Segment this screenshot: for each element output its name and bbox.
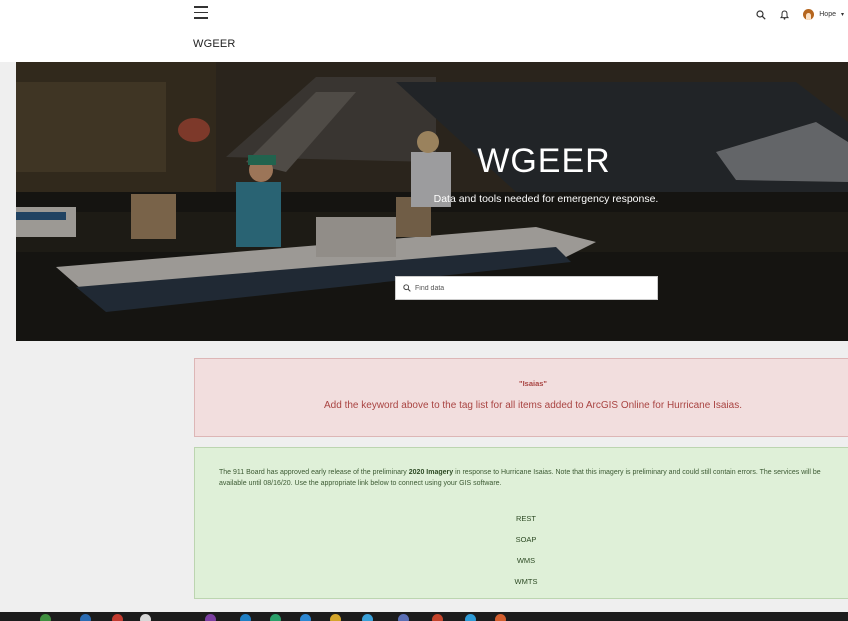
imagery-notice-text: The 911 Board has approved early release… (219, 467, 848, 489)
header-actions: Hope ▾ (756, 9, 844, 20)
taskbar-app-icon[interactable] (465, 614, 476, 621)
taskbar-app-icon[interactable] (205, 614, 216, 621)
taskbar-app-icon[interactable] (112, 614, 123, 621)
taskbar-app-icon[interactable] (330, 614, 341, 621)
taskbar-app-icon[interactable] (432, 614, 443, 621)
search-icon (403, 284, 411, 292)
search-icon[interactable] (756, 9, 766, 20)
keyword-message: Add the keyword above to the tag list fo… (324, 400, 742, 411)
service-links: REST SOAP WMS WMTS (195, 508, 848, 592)
rest-link[interactable]: REST (197, 508, 848, 529)
os-taskbar (0, 612, 848, 621)
site-title[interactable]: WGEER (193, 38, 236, 50)
hamburger-menu-icon[interactable] (194, 6, 208, 19)
hero-subtitle: Data and tools needed for emergency resp… (433, 193, 659, 205)
taskbar-app-icon[interactable] (495, 614, 506, 621)
taskbar-app-icon[interactable] (40, 614, 51, 621)
taskbar-app-icon[interactable] (398, 614, 409, 621)
avatar[interactable] (803, 9, 815, 20)
hero-title: WGEER (477, 142, 611, 180)
user-name[interactable]: Hope (819, 11, 836, 18)
keyword-notice: "Isaias" Add the keyword above to the ta… (194, 358, 848, 437)
hero-banner: WGEER Data and tools needed for emergenc… (16, 62, 848, 341)
taskbar-app-icon[interactable] (140, 614, 151, 621)
taskbar-app-icon[interactable] (80, 614, 91, 621)
taskbar-app-icon[interactable] (362, 614, 373, 621)
wmts-link[interactable]: WMTS (197, 571, 848, 592)
chevron-down-icon[interactable]: ▾ (841, 11, 844, 18)
taskbar-app-icon[interactable] (300, 614, 311, 621)
keyword-text: "Isaias" (519, 379, 547, 388)
imagery-text-before: The 911 Board has approved early release… (219, 469, 409, 476)
find-data-input[interactable] (415, 284, 645, 292)
wms-link[interactable]: WMS (197, 550, 848, 571)
search-box[interactable] (395, 276, 658, 300)
imagery-text-bold: 2020 Imagery (408, 469, 454, 476)
user-menu[interactable]: Hope ▾ (803, 9, 844, 20)
taskbar-app-icon[interactable] (270, 614, 281, 621)
imagery-notice: The 911 Board has approved early release… (194, 447, 848, 599)
soap-link[interactable]: SOAP (197, 529, 848, 550)
bell-icon[interactable] (780, 9, 790, 20)
taskbar-app-icon[interactable] (240, 614, 251, 621)
top-navigation-bar: WGEER Hope ▾ (0, 0, 848, 62)
